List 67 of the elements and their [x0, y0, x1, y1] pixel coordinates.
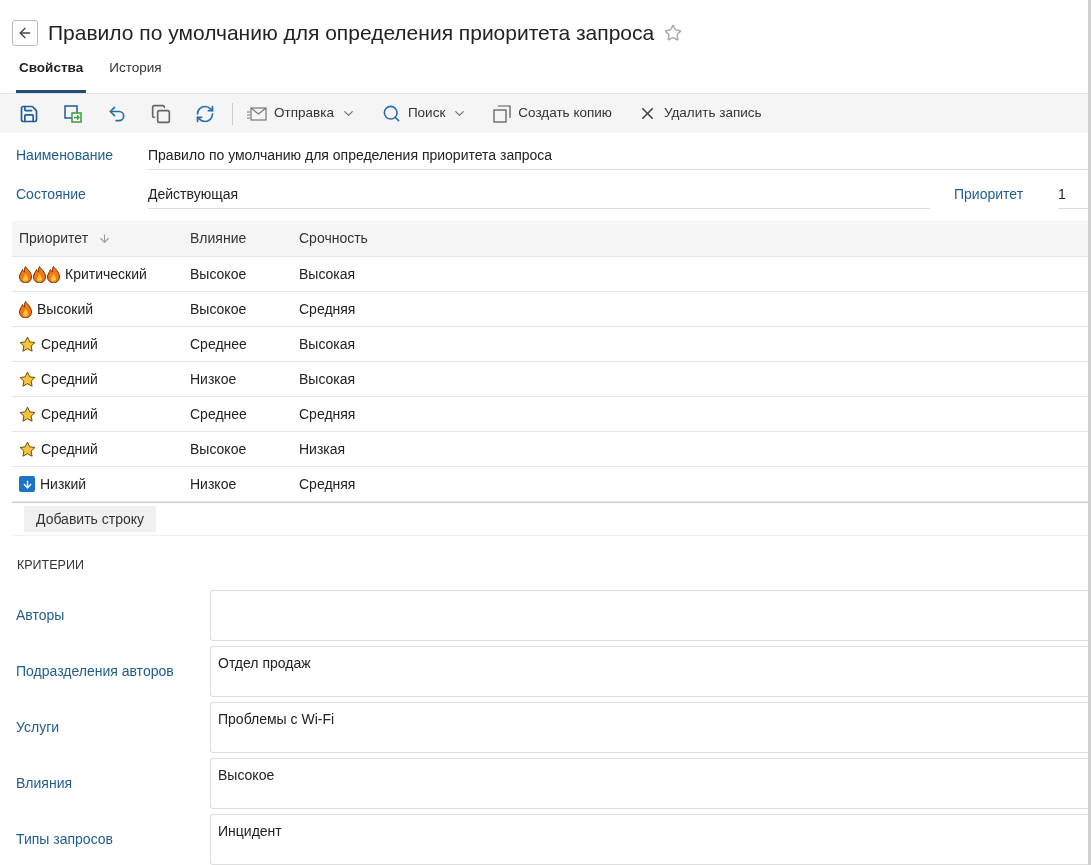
field-label: Типы запросов — [16, 830, 115, 849]
table-cell-text: Высокое — [189, 299, 248, 319]
star-icon — [19, 405, 36, 423]
table-cell-text: Высокая — [298, 369, 356, 389]
table-cell-text: Высокое — [189, 439, 248, 459]
table-cell-text: Высокая — [298, 334, 356, 354]
table-cell-text: Низкое — [189, 474, 238, 494]
refresh-icon — [195, 103, 215, 124]
add-row-button[interactable]: Добавить строку — [24, 506, 157, 533]
table-cell-text: Высокий — [37, 299, 94, 319]
tab[interactable]: История — [106, 57, 165, 93]
toolbar-button[interactable]: Поиск — [381, 98, 468, 129]
criteria-field[interactable] — [210, 590, 1088, 641]
back-button[interactable] — [12, 20, 38, 47]
column-header[interactable]: Приоритет — [12, 228, 184, 250]
table-cell-text: Низкая — [298, 439, 346, 459]
table-cell-text: Критический — [65, 264, 147, 284]
section-title: КРИТЕРИИ — [16, 557, 85, 575]
field-label: Подразделения авторов — [16, 662, 175, 681]
table-cell-text: Высокая — [298, 264, 356, 284]
flame-icon — [19, 265, 32, 283]
table-cell-text: Средняя — [298, 404, 356, 424]
state-field[interactable]: Действующая — [148, 184, 930, 210]
favorite-star-icon[interactable] — [664, 24, 683, 43]
field-label: Приоритет — [954, 185, 1025, 205]
table-cell-text: Средний — [41, 404, 98, 424]
undo-icon — [107, 103, 127, 124]
copy-icon — [151, 103, 171, 124]
field-label: Услуги — [16, 718, 61, 737]
table-cell-text: Средний — [41, 439, 98, 459]
envelope-icon — [247, 106, 267, 121]
flame-icon — [19, 300, 32, 318]
star-icon — [19, 440, 36, 458]
table-cell-text: Низкое — [189, 369, 238, 389]
column-header[interactable]: Влияние — [184, 228, 293, 250]
criteria-field[interactable]: Проблемы с Wi-Fi — [210, 702, 1088, 753]
column-header[interactable]: Срочность — [293, 228, 368, 250]
sort-arrow-icon — [98, 232, 112, 246]
criteria-field[interactable]: Отдел продаж — [210, 646, 1088, 697]
star-icon — [19, 335, 36, 353]
save-icon — [19, 103, 39, 124]
field-label: Состояние — [16, 185, 87, 205]
duplicate-icon — [493, 104, 512, 123]
field-label: Влияния — [16, 774, 74, 793]
criteria-field[interactable]: Высокое — [210, 758, 1088, 809]
priority-field[interactable]: 1 — [1058, 184, 1088, 210]
table-cell-text: Средний — [41, 369, 98, 389]
star-icon — [19, 370, 36, 388]
table-cell-text: Средняя — [298, 474, 356, 494]
field-label: Авторы — [16, 606, 66, 625]
table-cell-text: Средний — [41, 334, 98, 354]
toolbar-button[interactable]: Создать копию — [493, 98, 612, 129]
toolbar-button[interactable]: Отправка — [247, 98, 356, 129]
table-cell-text: Среднее — [189, 404, 248, 424]
table-cell-text: Низкий — [40, 474, 87, 494]
table-cell-text: Среднее — [189, 334, 248, 354]
search-icon — [381, 104, 401, 124]
table-cell-text: Высокое — [189, 264, 248, 284]
criteria-field[interactable]: Инцидент — [210, 814, 1088, 865]
flame-icon — [47, 265, 60, 283]
save-export-icon — [63, 103, 83, 124]
toolbar-button[interactable]: Удалить запись — [637, 98, 762, 129]
page-title: Правило по умолчанию для определения приоритета запроса — [48, 20, 655, 47]
table-cell-text: Средняя — [298, 299, 356, 319]
field-label: Наименование — [16, 145, 115, 165]
flame-icon — [33, 265, 46, 283]
name-field[interactable]: Правило по умолчанию для определения приоритета запроса — [148, 144, 1088, 170]
